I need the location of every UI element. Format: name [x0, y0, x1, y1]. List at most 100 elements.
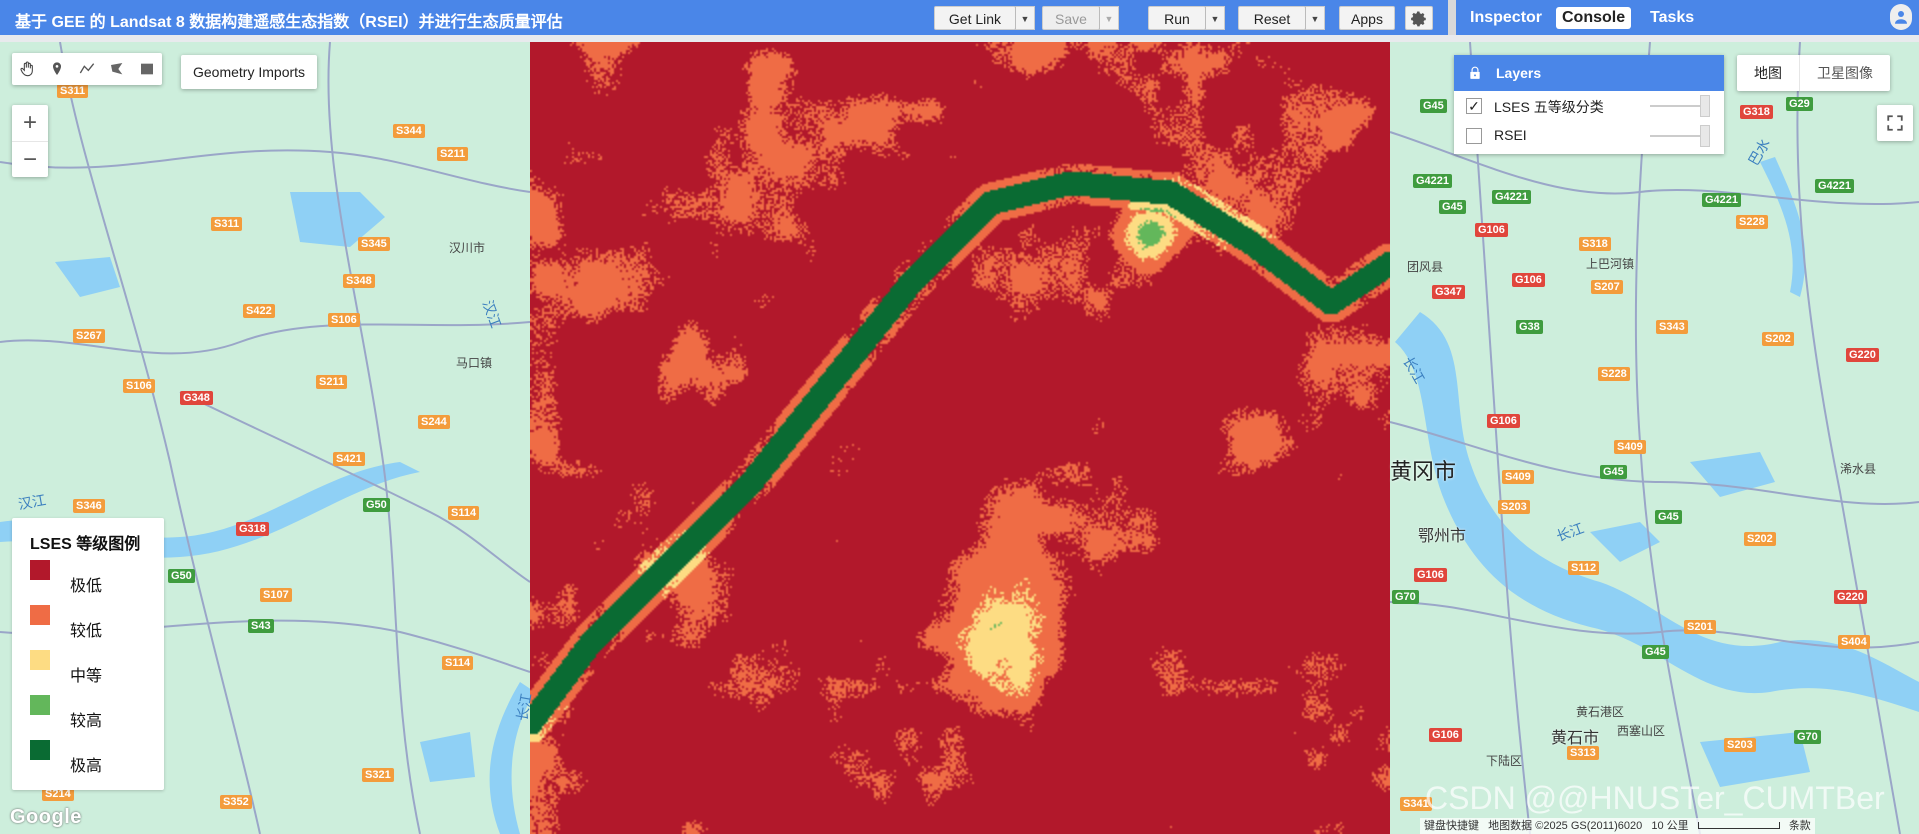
run-dropdown[interactable]: ▼ — [1205, 6, 1225, 30]
route-shield: S106 — [328, 313, 360, 327]
layer-checkbox-rsei[interactable] — [1466, 128, 1482, 144]
geometry-imports-button[interactable]: Geometry Imports — [181, 55, 318, 89]
apps-button[interactable]: Apps — [1339, 6, 1395, 30]
layers-header[interactable]: Layers — [1454, 55, 1724, 91]
save-dropdown[interactable]: ▼ — [1099, 6, 1119, 30]
route-shield: G50 — [168, 569, 195, 583]
scale-bar — [1697, 822, 1780, 829]
reset-dropdown[interactable]: ▼ — [1305, 6, 1325, 30]
route-shield: S267 — [73, 329, 105, 343]
route-shield: S321 — [362, 768, 394, 782]
route-shield: S346 — [73, 499, 105, 513]
route-shield: S344 — [393, 124, 425, 138]
right-panel-tabs: Inspector Console Tasks — [1456, 0, 1919, 35]
opacity-slider-thumb[interactable] — [1700, 95, 1710, 117]
zoom-out-button[interactable]: − — [12, 141, 48, 178]
city-label: 鄂州市 — [1418, 528, 1467, 545]
tab-tasks[interactable]: Tasks — [1644, 7, 1700, 29]
top-toolbar: 基于 GEE 的 Landsat 8 数据构建遥感生态指数（RSEI）并进行生态… — [0, 0, 1919, 35]
layer-name: RSEI — [1494, 127, 1527, 143]
settings-button[interactable] — [1405, 6, 1433, 30]
route-shield: G318 — [1740, 105, 1773, 119]
route-shield: S345 — [358, 237, 390, 251]
panel-divider[interactable] — [1448, 0, 1456, 35]
route-shield: S228 — [1598, 367, 1630, 381]
route-shield: G45 — [1655, 510, 1682, 524]
route-shield: S404 — [1838, 635, 1870, 649]
get-link-button[interactable]: Get Link — [934, 6, 1016, 30]
legend-swatch — [30, 650, 50, 670]
pan-hand-icon[interactable] — [12, 53, 42, 85]
route-shield: G106 — [1475, 223, 1508, 237]
legend-label: 中等 — [70, 668, 103, 685]
tab-inspector[interactable]: Inspector — [1464, 7, 1548, 29]
fullscreen-icon — [1887, 115, 1903, 131]
tab-console[interactable]: Console — [1556, 7, 1632, 29]
route-shield: S202 — [1762, 332, 1794, 346]
route-shield: G220 — [1834, 590, 1867, 604]
reset-button[interactable]: Reset — [1238, 6, 1306, 30]
route-shield: G106 — [1429, 728, 1462, 742]
opacity-slider-thumb[interactable] — [1700, 125, 1710, 147]
run-button[interactable]: Run — [1148, 6, 1206, 30]
user-avatar[interactable] — [1890, 4, 1912, 30]
zoom-control: + − — [12, 105, 48, 177]
scale-label: 10 公里 — [1651, 820, 1689, 832]
legend-item: 中等 — [30, 650, 160, 685]
script-title: 基于 GEE 的 Landsat 8 数据构建遥感生态指数（RSEI）并进行生态… — [15, 14, 563, 31]
draw-point-icon[interactable] — [42, 53, 72, 85]
town-label: 黄石港区 — [1576, 705, 1625, 719]
legend-item: 极高 — [30, 740, 160, 775]
route-shield: S107 — [260, 588, 292, 602]
town-label: 上巴河镇 — [1586, 257, 1635, 271]
fullscreen-button[interactable] — [1877, 105, 1913, 141]
layers-panel: Layers ✓ LSES 五等级分类 RSEI — [1454, 55, 1724, 154]
route-shield: S422 — [243, 304, 275, 318]
map-type-satellite[interactable]: 卫星图像 — [1799, 55, 1890, 91]
town-label: 下陆区 — [1486, 754, 1523, 768]
map-type-roadmap[interactable]: 地图 — [1737, 55, 1799, 91]
gear-icon — [1411, 11, 1426, 27]
save-button[interactable]: Save — [1042, 6, 1100, 30]
legend-swatch — [30, 560, 50, 580]
layer-checkbox-lses[interactable]: ✓ — [1466, 98, 1482, 114]
route-shield: G348 — [180, 391, 213, 405]
lock-icon — [1470, 66, 1480, 79]
zoom-in-button[interactable]: + — [12, 105, 48, 141]
keyboard-shortcuts-link[interactable]: 键盘快捷键 — [1424, 820, 1479, 832]
route-shield: G45 — [1642, 645, 1669, 659]
draw-line-icon[interactable] — [72, 53, 102, 85]
route-shield: S313 — [1567, 746, 1599, 760]
route-shield: S203 — [1498, 500, 1530, 514]
resize-handle[interactable] — [0, 35, 1919, 42]
legend-item: 较高 — [30, 695, 160, 730]
route-shield: G45 — [1420, 99, 1447, 113]
layer-row-rsei: RSEI — [1454, 121, 1724, 151]
legend-item: 较低 — [30, 605, 160, 640]
draw-rectangle-icon[interactable] — [132, 53, 162, 85]
route-shield: S211 — [437, 147, 469, 161]
map-type-control: 地图 卫星图像 — [1737, 55, 1890, 91]
route-shield: G106 — [1414, 568, 1447, 582]
opacity-slider-track[interactable] — [1650, 105, 1700, 107]
route-shield: S207 — [1591, 280, 1623, 294]
route-shield: G4221 — [1702, 193, 1742, 207]
town-label: 团风县 — [1407, 260, 1444, 274]
draw-polygon-icon[interactable] — [102, 53, 132, 85]
layer-row-lses: ✓ LSES 五等级分类 — [1454, 91, 1724, 121]
route-shield: G4221 — [1413, 174, 1453, 188]
route-shield: G70 — [1794, 730, 1821, 744]
map-canvas[interactable]: S311 S344 S211 S311 S345 S348 S422 S106 … — [0, 42, 1919, 834]
route-shield: G29 — [1786, 97, 1813, 111]
route-shield: S106 — [123, 379, 155, 393]
opacity-slider-track[interactable] — [1650, 135, 1700, 137]
route-shield: S343 — [1656, 320, 1688, 334]
route-shield: S244 — [418, 415, 450, 429]
terms-link[interactable]: 条款 — [1789, 820, 1811, 832]
route-shield: S43 — [248, 619, 274, 633]
lses-classification-raster — [530, 42, 1390, 834]
get-link-dropdown[interactable]: ▼ — [1015, 6, 1035, 30]
layer-name: LSES 五等级分类 — [1494, 99, 1604, 115]
route-shield: S352 — [220, 795, 252, 809]
city-label: 黄石市 — [1551, 730, 1600, 747]
